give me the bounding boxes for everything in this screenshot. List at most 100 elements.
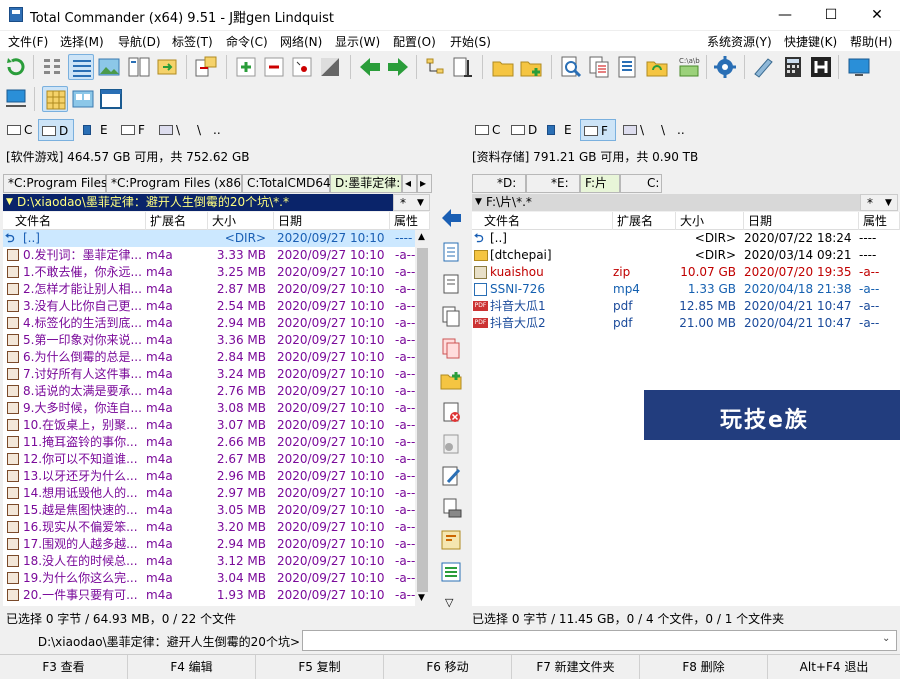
menu-commands[interactable]: 命令(C) bbox=[226, 33, 268, 50]
sync-icon[interactable] bbox=[644, 54, 670, 80]
right-drive-root[interactable]: \ bbox=[658, 119, 672, 141]
file-row[interactable]: 17.围观的人越多越... m4a 2.94 MB 2020/09/27 10:10-… bbox=[3, 536, 415, 553]
right-drive-network[interactable]: \ bbox=[620, 119, 656, 141]
print-icon[interactable] bbox=[439, 496, 463, 523]
menu-help[interactable]: 帮助(H) bbox=[850, 33, 892, 50]
file-row[interactable]: PDF 抖音大瓜2 pdf 21.00 MB 2020/04/21 10:47 -a-- bbox=[472, 315, 900, 332]
calculator-icon[interactable] bbox=[780, 54, 806, 80]
file-row[interactable]: 4.标签化的生活到底... m4a 2.94 MB 2020/09/27 10:10-… bbox=[3, 315, 415, 332]
file-row[interactable]: 15.越是焦图快速的... m4a 3.05 MB 2020/09/27 10:10-… bbox=[3, 502, 415, 519]
view-file-icon[interactable] bbox=[439, 240, 463, 267]
detail-view-icon[interactable] bbox=[68, 54, 94, 80]
rename-icon[interactable] bbox=[439, 464, 463, 491]
menu-network[interactable]: 网络(N) bbox=[280, 33, 322, 50]
f5-copy-button[interactable]: F5 复制 bbox=[256, 655, 384, 679]
right-drive-up[interactable]: .. bbox=[674, 119, 694, 141]
screen-icon[interactable] bbox=[846, 54, 872, 80]
col-ext[interactable]: 扩展名 bbox=[613, 212, 676, 230]
menu-navigate[interactable]: 导航(D) bbox=[118, 33, 161, 50]
forward-icon[interactable] bbox=[385, 54, 411, 80]
menu-tabs[interactable]: 标签(T) bbox=[172, 33, 213, 50]
col-name[interactable]: 文件名 bbox=[472, 212, 613, 230]
right-drive-d[interactable]: D bbox=[508, 119, 544, 141]
minimize-button[interactable]: — bbox=[762, 0, 808, 31]
file-row[interactable]: 5.第一印象对你来说... m4a 3.36 MB 2020/09/27 10:10-… bbox=[3, 332, 415, 349]
file-row[interactable]: 10.在饭桌上，别聚... m4a 3.07 MB 2020/09/27 10:10-… bbox=[3, 417, 415, 434]
file-row[interactable]: 8.话说的太满是要承... m4a 2.76 MB 2020/09/27 10:10-… bbox=[3, 383, 415, 400]
left-drive-up[interactable]: .. bbox=[210, 119, 230, 141]
left-drive-f[interactable]: F bbox=[118, 119, 152, 141]
file-row[interactable]: 12.你可以不知道谁... m4a 2.67 MB 2020/09/27 10:10-… bbox=[3, 451, 415, 468]
file-row[interactable]: 18.没人在的时候总... m4a 3.12 MB 2020/09/27 10:10-… bbox=[3, 553, 415, 570]
file-row[interactable]: PDF 抖音大瓜1 pdf 12.85 MB 2020/04/21 10:47 -a-- bbox=[472, 298, 900, 315]
left-drive-d[interactable]: D bbox=[38, 119, 74, 141]
pack-icon[interactable] bbox=[193, 54, 219, 80]
select-group-icon[interactable] bbox=[233, 54, 259, 80]
parent-dir-row[interactable]: ⮌ [..] <DIR> 2020/07/22 18:24 ---- bbox=[472, 230, 900, 247]
cd-path-icon[interactable]: C:\a\b bbox=[676, 54, 702, 80]
menu-start[interactable]: 开始(S) bbox=[450, 33, 491, 50]
list-view-icon[interactable] bbox=[439, 560, 463, 587]
edit-file-icon[interactable] bbox=[439, 272, 463, 299]
left-tab-1[interactable]: *C:Program Files bbox=[3, 174, 107, 193]
col-size[interactable]: 大小 bbox=[676, 212, 744, 230]
file-row[interactable]: 14.想用诋毁他人的... m4a 2.97 MB 2020/09/27 10:10-… bbox=[3, 485, 415, 502]
col-size[interactable]: 大小 bbox=[208, 212, 274, 230]
file-row[interactable]: 1.不敢去催，你永远... m4a 3.25 MB 2020/09/27 10:10-… bbox=[3, 264, 415, 281]
delete-file-icon[interactable] bbox=[439, 400, 463, 427]
new-folder-icon[interactable] bbox=[439, 368, 463, 395]
left-path-bar[interactable]: ▼ D:\xiaodao\墨菲定律：避开人生倒霉的20个坑\*.* bbox=[3, 194, 393, 211]
move-file-icon[interactable] bbox=[439, 336, 463, 363]
file-row[interactable]: 9.大多时候，你连自... m4a 3.08 MB 2020/09/27 10:10-… bbox=[3, 400, 415, 417]
left-filter-button[interactable]: * ▼ bbox=[393, 194, 430, 211]
col-attr[interactable]: 属性 bbox=[859, 212, 900, 230]
file-row[interactable]: 11.掩耳盗铃的事你... m4a 2.66 MB 2020/09/27 10:10-… bbox=[3, 434, 415, 451]
menu-sysres[interactable]: 系统资源(Y) bbox=[707, 33, 772, 50]
scroll-up-icon[interactable]: ▲ bbox=[418, 232, 425, 242]
f7-newfolder-button[interactable]: F7 新建文件夹 bbox=[512, 655, 640, 679]
grid-view-icon[interactable] bbox=[42, 86, 68, 112]
unselect-group-icon[interactable] bbox=[261, 54, 287, 80]
swap-panels-icon[interactable] bbox=[439, 206, 463, 233]
file-row[interactable]: 2.怎样才能让别人相... m4a 2.87 MB 2020/09/27 10:10-… bbox=[3, 281, 415, 298]
col-name[interactable]: 文件名 bbox=[3, 212, 146, 230]
thumbnail-view-icon[interactable] bbox=[96, 54, 122, 80]
tree-view-icon[interactable] bbox=[126, 54, 152, 80]
file-row[interactable]: kuaishou zip 10.07 GB 2020/07/20 19:35 -a-- bbox=[472, 264, 900, 281]
back-icon[interactable] bbox=[357, 54, 383, 80]
chevron-down-icon[interactable]: ⌄ bbox=[882, 633, 890, 644]
left-drive-c[interactable]: C bbox=[4, 119, 36, 141]
file-row[interactable]: 0.发刊词：墨菲定律... m4a 3.33 MB 2020/09/27 10:10-… bbox=[3, 247, 415, 264]
file-row[interactable]: 3.没有人比你自己更... m4a 2.54 MB 2020/09/27 10:10-… bbox=[3, 298, 415, 315]
file-row[interactable]: 20.一件事只要有可... m4a 1.93 MB 2020/09/27 10:10-… bbox=[3, 587, 415, 604]
file-row[interactable]: 19.为什么你这么完... m4a 3.04 MB 2020/09/27 10:10-… bbox=[3, 570, 415, 587]
left-drive-root[interactable]: \ bbox=[194, 119, 208, 141]
f3-view-button[interactable]: F3 查看 bbox=[0, 655, 128, 679]
right-tab-4[interactable]: C: bbox=[620, 174, 662, 193]
compare-dirs-icon[interactable] bbox=[422, 54, 448, 80]
copy-names-icon[interactable] bbox=[586, 54, 612, 80]
select-all-icon[interactable] bbox=[289, 54, 315, 80]
hex-icon[interactable] bbox=[808, 54, 834, 80]
notepad-icon[interactable] bbox=[750, 54, 776, 80]
f8-delete-button[interactable]: F8 删除 bbox=[640, 655, 768, 679]
col-attr[interactable]: 属性 bbox=[390, 212, 430, 230]
dual-panel-icon[interactable] bbox=[70, 86, 96, 112]
file-row[interactable]: SSNI-726 mp4 1.33 GB 2020/04/18 21:38 -a-- bbox=[472, 281, 900, 298]
close-button[interactable]: ✕ bbox=[854, 0, 900, 31]
right-tab-3[interactable]: F:片 bbox=[580, 174, 620, 193]
left-tab-3[interactable]: C:TotalCMD64 bbox=[242, 174, 331, 193]
properties-icon[interactable] bbox=[614, 54, 640, 80]
left-tab-4[interactable]: D:墨菲定律: bbox=[330, 174, 402, 193]
file-row[interactable]: 7.讨好所有人这件事... m4a 3.24 MB 2020/09/27 10:10-… bbox=[3, 366, 415, 383]
tab-scroll-right[interactable]: ▸ bbox=[417, 174, 432, 193]
multi-rename-icon[interactable] bbox=[450, 54, 476, 80]
left-tab-2[interactable]: *C:Program Files (x86) bbox=[106, 174, 246, 193]
menu-config[interactable]: 配置(O) bbox=[393, 33, 436, 50]
window-icon[interactable] bbox=[98, 86, 124, 112]
right-drive-c[interactable]: C bbox=[472, 119, 504, 141]
settings-icon[interactable] bbox=[712, 54, 738, 80]
invert-selection-icon[interactable] bbox=[317, 54, 343, 80]
brief-view-icon[interactable] bbox=[40, 54, 66, 80]
f4-edit-button[interactable]: F4 编辑 bbox=[128, 655, 256, 679]
